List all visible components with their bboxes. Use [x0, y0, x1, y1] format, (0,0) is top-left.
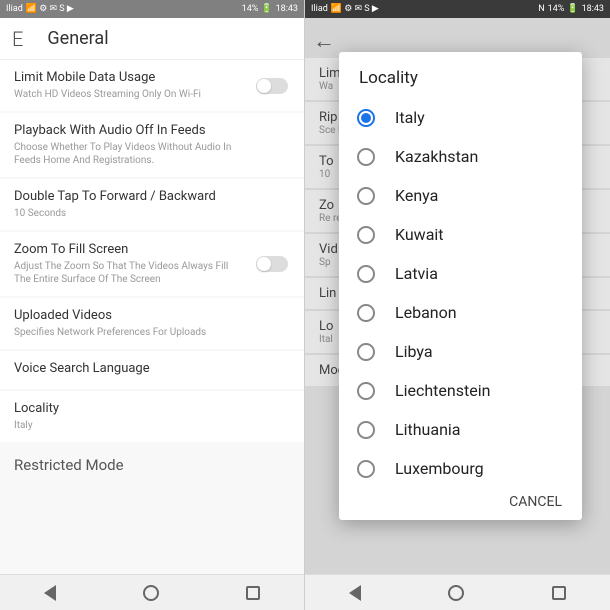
- radio-icon[interactable]: [357, 148, 375, 166]
- setting-title: Uploaded Videos: [14, 308, 290, 323]
- radio-icon[interactable]: [357, 304, 375, 322]
- setting-title: Double Tap To Forward / Backward: [14, 189, 290, 204]
- radio-label: Libya: [395, 342, 433, 361]
- radio-label: Latvia: [395, 264, 438, 283]
- radio-label: Luxembourg: [395, 459, 484, 478]
- locality-option-liechtenstein[interactable]: Liechtenstein: [339, 371, 582, 410]
- battery-icon: 🔋: [261, 4, 272, 14]
- radio-icon[interactable]: [357, 421, 375, 439]
- setting-double-tap[interactable]: Double Tap To Forward / Backward 10 Seco…: [0, 179, 304, 230]
- radio-label: Lithuania: [395, 420, 461, 439]
- radio-label: Italy: [395, 108, 425, 127]
- radio-icon[interactable]: [357, 265, 375, 283]
- setting-sub: Watch HD Videos Streaming Only On Wi-Fi: [14, 88, 234, 101]
- radio-icon[interactable]: [357, 460, 375, 478]
- radio-label: Kazakhstan: [395, 147, 478, 166]
- status-bar: Iliad 📶 ⚙ ✉ S ▶ 14% 🔋 18:43: [0, 0, 304, 18]
- setting-limit-data[interactable]: Limit Mobile Data Usage Watch HD Videos …: [0, 60, 304, 111]
- locality-option-luxembourg[interactable]: Luxembourg: [339, 449, 582, 484]
- setting-sub: 10 Seconds: [14, 207, 234, 220]
- back-arrow-icon[interactable]: ←: [313, 28, 335, 54]
- locality-screen: Iliad 📶 ⚙ ✉ S ▶ N 14% 🔋 18:43 ← LimWa Ri…: [305, 0, 610, 610]
- radio-icon[interactable]: [357, 109, 375, 127]
- locality-option-kuwait[interactable]: Kuwait: [339, 215, 582, 254]
- nav-bar: [0, 574, 304, 610]
- radio-icon[interactable]: [357, 226, 375, 244]
- nfc-icon: N: [538, 4, 544, 14]
- setting-title: Playback With Audio Off In Feeds: [14, 123, 290, 138]
- toggle-switch[interactable]: [256, 78, 288, 94]
- radio-icon[interactable]: [357, 187, 375, 205]
- carrier-label: Iliad: [6, 4, 23, 14]
- radio-label: Kenya: [395, 186, 438, 205]
- page-title: General: [47, 28, 108, 49]
- toggle-switch[interactable]: [256, 256, 288, 272]
- locality-modal: Locality Italy Kazakhstan Kenya Kuwait: [339, 52, 582, 520]
- status-icons: 📶 ⚙ ✉ S ▶: [26, 4, 74, 14]
- setting-title: Limit Mobile Data Usage: [14, 70, 290, 85]
- header: E General: [0, 18, 304, 60]
- modal-title: Locality: [339, 52, 582, 98]
- nav-recent-icon[interactable]: [552, 586, 566, 600]
- battery-label: 14%: [548, 4, 565, 14]
- setting-playback-audio[interactable]: Playback With Audio Off In Feeds Choose …: [0, 113, 304, 177]
- locality-list[interactable]: Italy Kazakhstan Kenya Kuwait Latvia: [339, 98, 582, 484]
- radio-label: Lebanon: [395, 303, 457, 322]
- nav-bar: [305, 574, 610, 610]
- nav-back-icon[interactable]: [349, 585, 361, 601]
- cancel-button[interactable]: CANCEL: [339, 484, 582, 520]
- setting-sub: Adjust The Zoom So That The Videos Alway…: [14, 260, 234, 286]
- locality-option-latvia[interactable]: Latvia: [339, 254, 582, 293]
- section-restricted: Restricted Mode: [0, 444, 304, 480]
- nav-home-icon[interactable]: [448, 585, 464, 601]
- time-label: 18:43: [582, 4, 604, 14]
- locality-option-lithuania[interactable]: Lithuania: [339, 410, 582, 449]
- locality-option-italy[interactable]: Italy: [339, 98, 582, 137]
- modal-backdrop: ← LimWa RipSce Ho To10 ZoRe rec sch VidS…: [305, 18, 610, 574]
- nav-back-icon[interactable]: [44, 585, 56, 601]
- radio-label: Liechtenstein: [395, 381, 490, 400]
- locality-option-lebanon[interactable]: Lebanon: [339, 293, 582, 332]
- setting-locality[interactable]: Locality Italy: [0, 391, 304, 442]
- settings-list: Limit Mobile Data Usage Watch HD Videos …: [0, 60, 304, 574]
- locality-option-kazakhstan[interactable]: Kazakhstan: [339, 137, 582, 176]
- radio-label: Kuwait: [395, 225, 444, 244]
- setting-zoom-fill[interactable]: Zoom To Fill Screen Adjust The Zoom So T…: [0, 232, 304, 296]
- setting-title: Voice Search Language: [14, 361, 290, 376]
- setting-sub: Italy: [14, 419, 234, 432]
- setting-sub: Specifies Network Preferences For Upload…: [14, 326, 234, 339]
- radio-icon[interactable]: [357, 382, 375, 400]
- setting-voice-search[interactable]: Voice Search Language: [0, 351, 304, 389]
- carrier-label: Iliad: [311, 4, 328, 14]
- battery-label: 14%: [242, 4, 259, 14]
- settings-screen: Iliad 📶 ⚙ ✉ S ▶ 14% 🔋 18:43 E General Li…: [0, 0, 305, 610]
- locality-option-kenya[interactable]: Kenya: [339, 176, 582, 215]
- status-bar: Iliad 📶 ⚙ ✉ S ▶ N 14% 🔋 18:43: [305, 0, 610, 18]
- nav-recent-icon[interactable]: [246, 586, 260, 600]
- status-icons: 📶 ⚙ ✉ S ▶: [331, 4, 379, 14]
- radio-icon[interactable]: [357, 343, 375, 361]
- time-label: 18:43: [276, 4, 298, 14]
- setting-uploaded-videos[interactable]: Uploaded Videos Specifies Network Prefer…: [0, 298, 304, 349]
- setting-title: Zoom To Fill Screen: [14, 242, 290, 257]
- nav-home-icon[interactable]: [143, 585, 159, 601]
- back-button[interactable]: E: [12, 27, 23, 51]
- locality-option-libya[interactable]: Libya: [339, 332, 582, 371]
- battery-icon: 🔋: [567, 4, 578, 14]
- setting-sub: Choose Whether To Play Videos Without Au…: [14, 141, 234, 167]
- setting-title: Locality: [14, 401, 290, 416]
